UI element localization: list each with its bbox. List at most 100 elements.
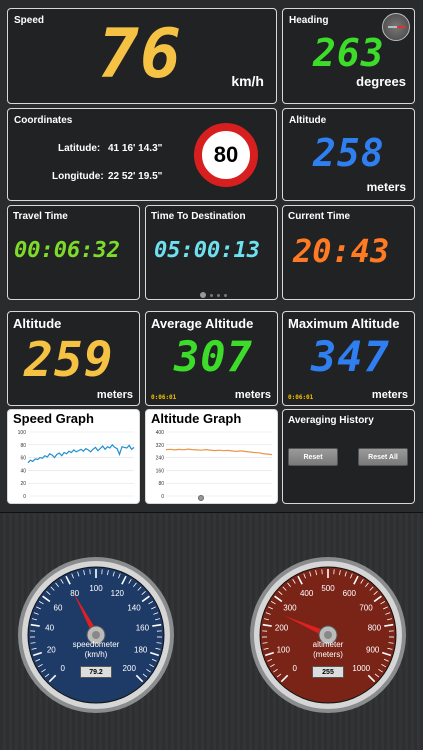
page-indicator[interactable] [200, 292, 227, 298]
travel-time-label: Travel Time [13, 211, 68, 222]
average-altitude-unit: meters [234, 389, 271, 401]
speedometer-tick-label: 0 [61, 664, 66, 673]
speedometer-label: speedometer (km/h) [56, 640, 136, 660]
speed-graph-y-tick: 40 [20, 468, 26, 474]
current-time-label: Current Time [288, 211, 351, 222]
altitude-graph-y-tick: 160 [156, 468, 165, 474]
altitude-graph-y-tick: 400 [156, 430, 165, 436]
averaging-history-label: Averaging History [288, 415, 374, 426]
altitude-graph-y-tick: 320 [156, 443, 165, 449]
speedometer-tick-label: 120 [111, 589, 125, 598]
time-to-destination-value: 05:00:13 [154, 238, 260, 263]
altimeter-tick-label: 300 [283, 603, 297, 612]
speedometer-tick-label: 80 [70, 589, 79, 598]
altimeter-tick-label: 200 [275, 624, 289, 633]
reset-button[interactable]: Reset [288, 448, 338, 466]
speedometer-tick-label: 180 [134, 646, 148, 655]
page-dot-active[interactable] [200, 292, 206, 298]
speedometer-tick-label: 200 [123, 664, 137, 673]
altimeter-tick-label: 800 [368, 624, 382, 633]
maximum-altitude-panel[interactable]: Maximum Altitude 347 0:06:01 meters [282, 311, 415, 406]
altimeter-gauge: 01002003004005006007008009001000 [250, 557, 406, 713]
altitude-graph-y-tick: 80 [158, 481, 164, 487]
current-time-value: 20:43 [293, 232, 390, 270]
altimeter-label-line2: (meters) [313, 650, 343, 659]
speedometer-readout: 79.2 [80, 666, 112, 678]
maximum-altitude-value: 347 [311, 332, 390, 381]
speedometer-tick-label: 100 [89, 584, 103, 593]
time-to-destination-label: Time To Destination [151, 211, 246, 222]
heading-panel[interactable]: Heading 263 degrees [282, 8, 415, 104]
speed-graph-y-tick: 60 [20, 456, 26, 462]
altitude-graph-y-tick: 240 [156, 456, 165, 462]
travel-time-value: 00:06:32 [14, 238, 120, 263]
altitude-top-value: 258 [313, 131, 385, 175]
altitude-graph-y-tick: 0 [161, 494, 164, 500]
speedometer-tick-label: 60 [54, 603, 63, 612]
altitude-top-label: Altitude [289, 115, 327, 126]
speed-unit: km/h [231, 73, 264, 89]
altitude-graph-chart: 400 320 240 160 80 0 [156, 430, 273, 500]
time-to-destination-panel[interactable]: Time To Destination 05:00:13 [145, 205, 278, 300]
reset-all-button[interactable]: Reset All [358, 448, 408, 466]
altitude-graph-panel[interactable]: Altitude Graph 400 320 240 160 80 0 [145, 409, 278, 504]
speed-value: 76 [98, 15, 182, 94]
speed-graph-y-tick: 0 [23, 494, 26, 500]
altitude-top-panel[interactable]: Altitude 258 meters [282, 108, 415, 201]
speed-graph-panel[interactable]: Speed Graph 100 80 60 40 20 0 [7, 409, 140, 504]
current-time-panel[interactable]: Current Time 20:43 [282, 205, 415, 300]
average-altitude-panel[interactable]: Average Altitude 307 0:06:01 meters [145, 311, 278, 406]
coordinates-label: Coordinates [14, 115, 73, 126]
coordinates-panel[interactable]: Coordinates Latitude: 41 16' 14.3" Longi… [7, 108, 277, 201]
altimeter-readout: 255 [312, 666, 344, 678]
page-dot[interactable] [224, 293, 227, 297]
speed-graph-y-tick: 20 [20, 481, 26, 487]
average-altitude-label: Average Altitude [151, 316, 254, 331]
latitude-value: 41 16' 14.3" [108, 143, 163, 154]
page-dot[interactable] [217, 293, 220, 297]
altitude-value: 259 [24, 332, 114, 388]
maximum-altitude-label: Maximum Altitude [288, 316, 400, 331]
altimeter-tick-label: 600 [343, 589, 357, 598]
speed-panel[interactable]: Speed 76 km/h [7, 8, 277, 104]
maximum-altitude-unit: meters [371, 389, 408, 401]
speed-graph-y-tick: 80 [20, 443, 26, 449]
speedometer-tick-label: 160 [136, 624, 150, 633]
speedometer-label-line2: (km/h) [84, 650, 108, 659]
speed-label: Speed [14, 15, 45, 26]
altitude-top-unit: meters [366, 180, 406, 194]
page-dot[interactable] [210, 293, 213, 297]
speed-limit-sign: 80 [194, 123, 258, 187]
altitude-panel[interactable]: Altitude 259 meters [7, 311, 140, 406]
speedometer-tick-label: 140 [127, 603, 141, 612]
altimeter-label: altimeter (meters) [288, 640, 368, 660]
speed-limit-value: 80 [213, 142, 239, 167]
altitude-graph-series-line [165, 448, 273, 456]
longitude-value: 22 52' 19.5" [108, 171, 163, 182]
average-altitude-value: 307 [174, 332, 253, 381]
speedometer-gauge: 0 20 40 60 80 100 120140 160 180 200 [18, 557, 174, 713]
heading-label: Heading [289, 15, 329, 26]
heading-unit: degrees [356, 74, 406, 89]
speedometer-hub-center [92, 631, 100, 639]
longitude-label: Longitude: [52, 171, 104, 182]
altimeter-tick-label: 700 [359, 603, 373, 612]
altitude-label: Altitude [13, 316, 62, 331]
speedometer-tick-label: 20 [47, 646, 56, 655]
travel-time-panel[interactable]: Travel Time 00:06:32 [7, 205, 140, 300]
latitude-label: Latitude: [58, 143, 101, 154]
graph-page-dot[interactable] [198, 495, 204, 501]
altimeter-label-line1: altimeter [312, 640, 344, 649]
maximum-altitude-timestamp: 0:06:01 [288, 394, 314, 401]
altitude-unit: meters [96, 389, 133, 401]
averaging-history-panel[interactable]: Averaging History Reset Reset All [282, 409, 415, 504]
altimeter-tick-label: 0 [293, 664, 298, 673]
average-altitude-timestamp: 0:06:01 [151, 394, 177, 401]
altimeter-tick-label: 1000 [352, 664, 370, 673]
altimeter-tick-label: 900 [366, 646, 380, 655]
speed-graph-series-line [27, 443, 135, 464]
speed-graph-y-tick: 100 [18, 430, 27, 436]
speedometer-tick-label: 40 [45, 624, 54, 633]
altimeter-hub-center [324, 631, 332, 639]
altimeter-tick-label: 400 [300, 589, 314, 598]
